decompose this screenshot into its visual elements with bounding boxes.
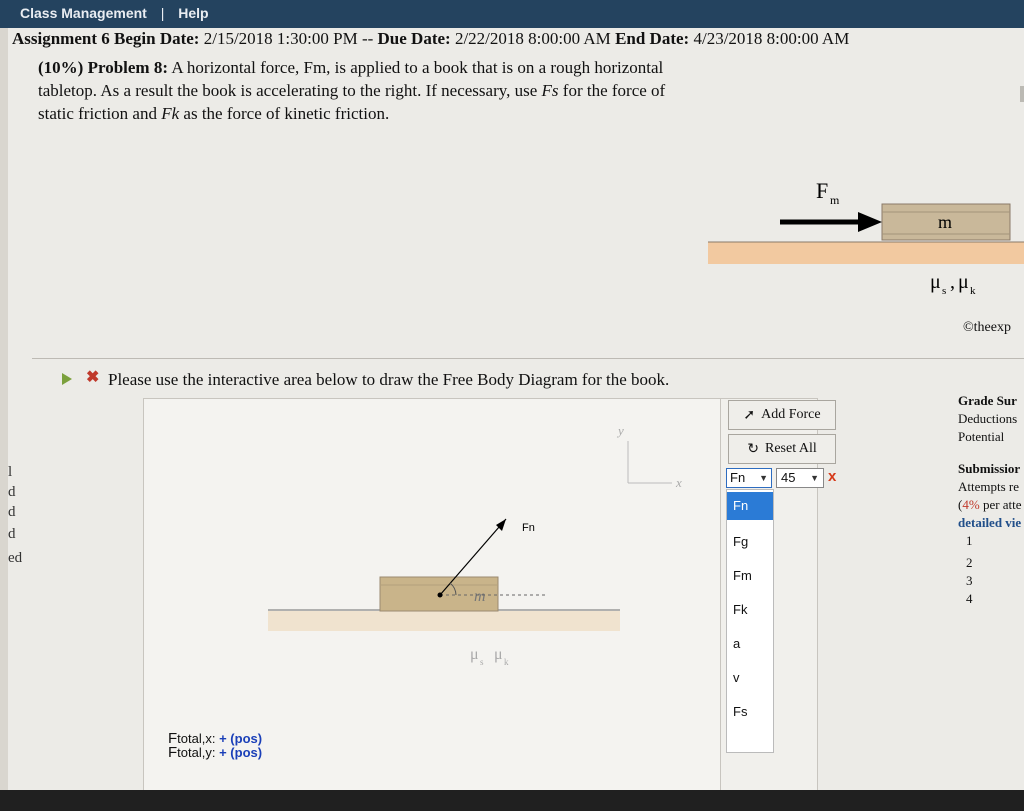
problem-fk: Fk (161, 104, 180, 123)
submissions-heading: Submissior (958, 461, 1021, 476)
dropdown-option-fm[interactable]: Fm (727, 562, 773, 590)
instruction-text: Please use the interactive area below to… (108, 370, 670, 389)
problem-fs: Fs (541, 81, 559, 100)
force-subscript: m (830, 193, 840, 207)
problem-figure: m F m μ s , μ k (708, 178, 1024, 297)
date-dash: -- (361, 29, 374, 48)
fbd-mu-s-sub: s (480, 657, 484, 667)
dropdown-option-fn[interactable]: Fn (727, 492, 773, 520)
assignment-page: Assignment 6 Begin Date: 2/15/2018 1:30:… (8, 28, 1024, 792)
problem-statement: (10%) Problem 8: A horizontal force, Fm,… (38, 56, 698, 125)
x-axis-label: x (675, 475, 682, 490)
reset-icon: ↻ (747, 441, 759, 457)
incorrect-mark-icon: ✖ (86, 369, 100, 386)
problem-text-3: as the force of kinetic friction. (183, 104, 390, 123)
per-attempt-percent: 4% (962, 497, 980, 512)
applied-force-arrowhead (858, 212, 882, 232)
force-type-dropdown[interactable]: Fn Fg Fm Fk a v Fs (726, 489, 774, 753)
ftotal-x-value: + (pos) (219, 731, 263, 746)
begin-date-label: Begin Date: (114, 29, 200, 48)
chevron-down-icon: ▼ (810, 473, 819, 483)
problem-label: Problem 8: (87, 58, 168, 77)
angle-value: 45 (781, 470, 796, 485)
due-date-value: 2/22/2018 8:00:00 AM (454, 29, 611, 48)
left-edge-letter: d (8, 484, 16, 500)
end-date-label: End Date: (615, 29, 690, 48)
problem-weight: (10%) (38, 58, 84, 77)
fbd-force-label: Fn (522, 522, 535, 534)
submission-row: 1 (966, 533, 973, 548)
remove-force-button[interactable]: x (828, 468, 836, 485)
add-force-button[interactable]: ➚ Add Force (728, 400, 836, 430)
left-edge-letter: ed (8, 550, 23, 566)
angle-select[interactable]: 45 ▼ (776, 468, 824, 488)
dropdown-option-v[interactable]: v (727, 664, 773, 692)
fbd-mu-k: μ (494, 646, 503, 663)
end-date-value: 4/23/2018 8:00:00 AM (693, 29, 850, 48)
left-edge-letter: d (8, 504, 16, 520)
class-management-link[interactable]: Class Management (20, 5, 147, 21)
top-navigation-bar: Class Management | Help (0, 0, 1024, 28)
reset-all-label: Reset All (765, 441, 817, 456)
assignment-title: Assignment 6 (12, 29, 110, 48)
ftotal-y-row: Ftotal,y: + (pos) (168, 744, 263, 761)
dropdown-option-fs[interactable]: Fs (727, 698, 773, 726)
grade-summary-panel: Grade Sur Deductions Potential Submissio… (958, 392, 1024, 608)
nav-separator: | (160, 5, 165, 21)
fbd-mu-k-sub: k (504, 657, 509, 667)
copyright-text: ©theexp (963, 320, 1011, 335)
chevron-down-icon: ▼ (759, 473, 768, 483)
force-type-select[interactable]: Fn ▼ (726, 468, 772, 488)
net-force-summary: Ftotal,x: + (pos) Ftotal,y: + (pos) (168, 730, 263, 761)
assignment-header: Assignment 6 Begin Date: 2/15/2018 1:30:… (12, 29, 849, 49)
submission-row: 3 (966, 573, 973, 588)
book-mass-label: m (938, 212, 952, 232)
scrollbar-thumb[interactable] (1020, 86, 1024, 102)
help-link[interactable]: Help (178, 5, 208, 21)
fbd-table (268, 611, 620, 631)
detailed-view-link[interactable]: detailed vie (958, 514, 1024, 532)
dropdown-option-fk[interactable]: Fk (727, 596, 773, 624)
table-surface (708, 242, 1024, 264)
grade-summary-heading: Grade Sur (958, 393, 1017, 408)
dropdown-option-fg[interactable]: Fg (727, 528, 773, 556)
left-edge-fragments: l d d d ed (8, 388, 22, 688)
mu-s-subscript: s (942, 285, 946, 297)
ftotal-y-value: + (pos) (219, 745, 263, 760)
dropdown-option-a[interactable]: a (727, 630, 773, 658)
mu-s-label: μ (930, 271, 941, 293)
section-divider (32, 358, 1024, 359)
attempts-remaining: Attempts re (958, 479, 1020, 494)
fbd-force-origin[interactable] (437, 592, 443, 598)
per-attempt-text: (4% per atte (958, 497, 1022, 512)
mu-k-label: μ (958, 271, 969, 293)
play-icon[interactable] (62, 373, 72, 385)
reset-all-button[interactable]: ↻ Reset All (728, 434, 836, 464)
nav-links: Class Management | Help (20, 5, 209, 21)
begin-date-value: 2/15/2018 1:30:00 PM (203, 29, 358, 48)
add-force-label: Add Force (761, 407, 821, 422)
deductions-label: Deductions (958, 411, 1018, 426)
mu-k-subscript: k (970, 285, 976, 297)
left-edge-letter: d (8, 526, 16, 542)
ftotal-x-row: Ftotal,x: + (pos) (168, 730, 263, 747)
force-label: F (816, 178, 828, 203)
mu-comma: , (950, 271, 955, 293)
fbd-mass-label: m (474, 588, 486, 605)
submission-row: 4 (966, 591, 973, 606)
fbd-mu-s: μ (470, 646, 479, 663)
due-date-label: Due Date: (377, 29, 451, 48)
force-type-value: Fn (730, 470, 746, 485)
y-axis-label: y (616, 423, 624, 438)
potential-label: Potential (958, 429, 1005, 444)
left-edge-letter: l (8, 464, 13, 480)
taskbar (0, 790, 1024, 811)
submission-row: 2 (966, 555, 973, 570)
arrow-icon: ➚ (743, 407, 756, 423)
